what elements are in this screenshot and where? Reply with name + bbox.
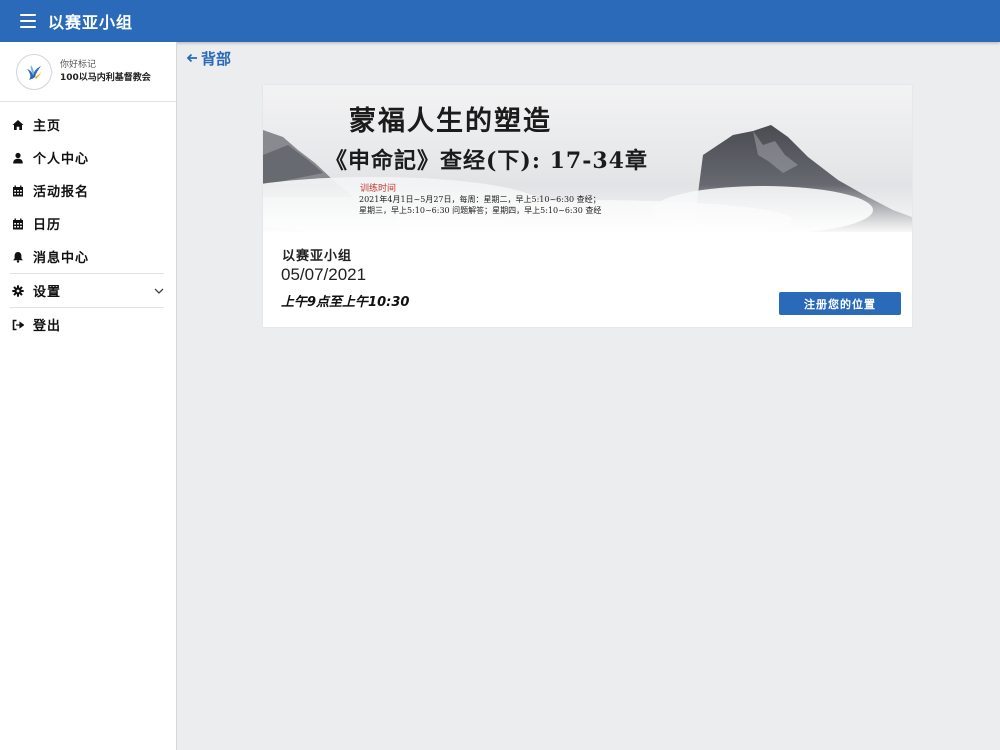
greeting-text: 你好标记 — [60, 59, 97, 70]
profile-section: 你好标记 100以马内利基督教会 — [0, 42, 176, 102]
church-name: 100以马内利基督教会 — [60, 72, 151, 83]
arrow-left-icon — [186, 50, 198, 68]
back-label: 背部 — [201, 50, 232, 68]
sidebar-item-label: 消息中心 — [33, 251, 90, 266]
register-button[interactable]: 注册您的位置 — [779, 292, 901, 315]
gear-icon — [12, 284, 24, 297]
event-group-name: 以赛亚小组 — [282, 249, 353, 264]
sidebar-menu: 主页 个人中心 活动报名 日历 消息中心 设置 登出 — [0, 102, 176, 341]
sidebar-item-logout[interactable]: 登出 — [0, 308, 176, 341]
sidebar-item-label: 日历 — [33, 218, 62, 233]
hamburger-icon[interactable] — [20, 14, 36, 28]
sidebar: 你好标记 100以马内利基督教会 主页 个人中心 活动报名 日历 消息中心 设置… — [0, 42, 177, 750]
sign-out-icon — [12, 319, 24, 331]
sidebar-item-label: 个人中心 — [33, 152, 90, 167]
event-details: 以赛亚小组 05/07/2021 上午9点至上午10:30 注册您的位置 — [263, 232, 912, 327]
user-icon — [12, 152, 24, 164]
sidebar-item-label: 主页 — [33, 119, 62, 134]
banner-title: 蒙福人生的塑造 — [349, 106, 552, 137]
calendar-icon — [12, 218, 24, 230]
sidebar-item-settings[interactable]: 设置 — [0, 274, 176, 307]
avatar — [16, 53, 52, 90]
sidebar-item-calendar[interactable]: 日历 — [0, 207, 176, 240]
calendar-icon — [12, 185, 24, 197]
banner-schedule-line: 2021年4月1日~5月27日，每周：星期二，早上5:10~6:30 查经； — [359, 195, 601, 204]
sidebar-item-home[interactable]: 主页 — [0, 108, 176, 141]
banner-schedule-line: 星期三，早上5:10~6:30 问题解答；星期四，早上5:10~6:30 查经 — [359, 206, 602, 215]
home-icon — [12, 119, 24, 131]
top-app-bar: 以赛亚小组 — [0, 0, 1000, 42]
sidebar-item-label: 登出 — [33, 319, 62, 334]
banner-subtitle: 《申命記》查经(下): 17-34章 — [325, 148, 648, 174]
bell-icon — [12, 251, 24, 263]
chevron-down-icon[interactable] — [154, 285, 164, 300]
sidebar-item-profile[interactable]: 个人中心 — [0, 141, 176, 174]
sidebar-item-event-registration[interactable]: 活动报名 — [0, 174, 176, 207]
banner-schedule-label: 训练时间 — [360, 184, 397, 194]
dove-logo-icon — [27, 64, 42, 80]
sidebar-item-label: 设置 — [33, 285, 62, 300]
event-banner-image: 蒙福人生的塑造 《申命記》查经(下): 17-34章 训练时间 2021年4月1… — [263, 85, 912, 232]
event-date: 05/07/2021 — [281, 265, 367, 284]
event-card: 蒙福人生的塑造 《申命記》查经(下): 17-34章 训练时间 2021年4月1… — [263, 85, 912, 327]
event-time: 上午9点至上午10:30 — [281, 295, 410, 310]
app-title: 以赛亚小组 — [48, 13, 134, 32]
sidebar-item-label: 活动报名 — [33, 185, 90, 200]
sidebar-item-messages[interactable]: 消息中心 — [0, 240, 176, 273]
back-link[interactable]: 背部 — [186, 48, 231, 69]
